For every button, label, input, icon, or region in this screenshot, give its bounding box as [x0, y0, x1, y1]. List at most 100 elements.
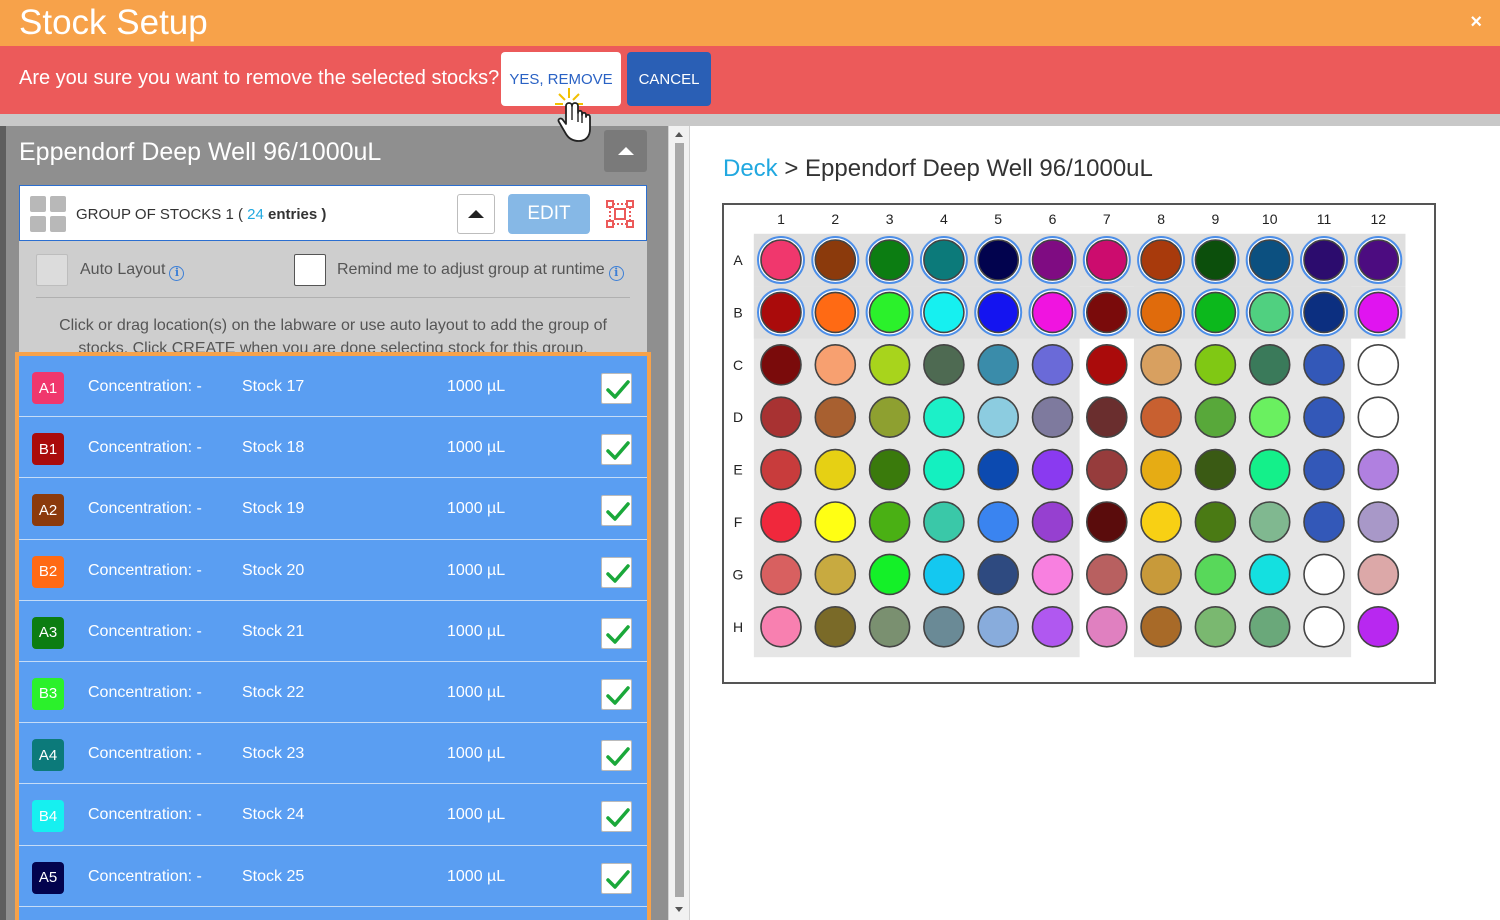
- plate-well[interactable]: [923, 501, 965, 543]
- plate-well[interactable]: [977, 239, 1020, 281]
- plate-well[interactable]: [1194, 553, 1237, 596]
- plate-well[interactable]: [1140, 605, 1182, 648]
- plate-well[interactable]: [923, 553, 965, 596]
- plate-well[interactable]: [1248, 396, 1291, 438]
- plate-well[interactable]: [1248, 448, 1291, 491]
- stock-row[interactable]: B4 Concentration: - Stock 24 1000 µL: [19, 784, 647, 846]
- plate-well[interactable]: [868, 396, 911, 438]
- plate-well[interactable]: [1357, 501, 1400, 543]
- plate-well[interactable]: [1085, 605, 1128, 648]
- plate-well[interactable]: [1248, 291, 1291, 334]
- plate-well[interactable]: [1357, 239, 1400, 281]
- plate-well[interactable]: [760, 291, 802, 334]
- plate-well[interactable]: [1140, 291, 1182, 334]
- plate-well[interactable]: [1085, 448, 1128, 491]
- stock-checkbox[interactable]: [601, 678, 632, 710]
- plate-well[interactable]: [1140, 553, 1182, 596]
- plate-well[interactable]: [1140, 448, 1182, 491]
- plate-well[interactable]: [868, 553, 911, 596]
- plate-well[interactable]: [868, 605, 911, 648]
- plate-well[interactable]: [868, 501, 911, 543]
- plate-well[interactable]: [1194, 396, 1237, 438]
- plate-well[interactable]: [977, 344, 1020, 386]
- plate-well[interactable]: [1303, 553, 1345, 596]
- plate-well[interactable]: [760, 396, 802, 438]
- auto-layout-checkbox[interactable]: [36, 254, 68, 286]
- stock-checkbox[interactable]: [601, 434, 632, 466]
- plate-well[interactable]: [814, 396, 857, 438]
- breadcrumb-deck-link[interactable]: Deck: [723, 155, 778, 182]
- plate-well[interactable]: [1031, 291, 1074, 334]
- plate-well[interactable]: [1194, 239, 1237, 281]
- plate-well[interactable]: [977, 553, 1020, 596]
- stock-row[interactable]: B2 Concentration: - Stock 20 1000 µL: [19, 540, 647, 601]
- plate-well[interactable]: [1357, 448, 1400, 491]
- plate-well[interactable]: [1303, 396, 1345, 438]
- plate-well[interactable]: [1357, 344, 1400, 386]
- plate-well[interactable]: [760, 344, 802, 386]
- scroll-up-arrow[interactable]: [672, 128, 686, 140]
- plate-well[interactable]: [1303, 605, 1345, 648]
- stock-row[interactable]: B1 Concentration: - Stock 18 1000 µL: [19, 417, 647, 479]
- plate-well[interactable]: [1031, 396, 1074, 438]
- plate-well[interactable]: [1085, 396, 1128, 438]
- edit-button[interactable]: EDIT: [508, 194, 590, 234]
- stock-row[interactable]: B3 Concentration: - Stock 22 1000 µL: [19, 662, 647, 724]
- plate-well[interactable]: [923, 605, 965, 648]
- plate-well[interactable]: [1303, 448, 1345, 491]
- plate-well[interactable]: [1303, 501, 1345, 543]
- info-icon[interactable]: i: [169, 266, 185, 281]
- remind-checkbox[interactable]: [294, 254, 326, 286]
- plate-well[interactable]: [760, 501, 802, 543]
- scroll-down-arrow[interactable]: [672, 903, 686, 915]
- plate-well[interactable]: [1303, 291, 1345, 334]
- stock-row[interactable]: A5 Concentration: - Stock 25 1000 µL: [19, 846, 647, 907]
- plate-well[interactable]: [1357, 291, 1400, 334]
- cancel-button[interactable]: CANCEL: [627, 52, 711, 106]
- plate-well[interactable]: [1194, 501, 1237, 543]
- plate-well[interactable]: [1194, 605, 1237, 648]
- stock-row[interactable]: A1 Concentration: - Stock 17 1000 µL: [19, 356, 647, 418]
- plate-well[interactable]: [1085, 553, 1128, 596]
- plate-well[interactable]: [1031, 239, 1074, 281]
- group-collapse-button[interactable]: [457, 194, 495, 234]
- plate-well[interactable]: [760, 553, 802, 596]
- plate-well[interactable]: [814, 501, 857, 543]
- stock-checkbox[interactable]: [601, 740, 632, 772]
- plate-well[interactable]: [923, 344, 965, 386]
- plate-well[interactable]: [1194, 344, 1237, 386]
- plate-well[interactable]: [977, 605, 1020, 648]
- plate-well[interactable]: [868, 291, 911, 334]
- collapse-panel-button[interactable]: [604, 130, 647, 172]
- plate-well[interactable]: [814, 553, 857, 596]
- stock-checkbox[interactable]: [601, 617, 632, 649]
- plate-well[interactable]: [1357, 396, 1400, 438]
- plate-well[interactable]: [1031, 344, 1074, 386]
- plate-well[interactable]: [1140, 396, 1182, 438]
- plate-well[interactable]: [923, 239, 965, 281]
- plate-well[interactable]: [1357, 605, 1400, 648]
- stock-checkbox[interactable]: [601, 862, 632, 894]
- plate-well[interactable]: [923, 448, 965, 491]
- scrollbar-thumb[interactable]: [675, 143, 684, 897]
- plate-well[interactable]: [1140, 501, 1182, 543]
- plate-well[interactable]: [923, 291, 965, 334]
- stock-checkbox[interactable]: [601, 801, 632, 833]
- plate-well[interactable]: [1140, 344, 1182, 386]
- yes-remove-button[interactable]: YES, REMOVE: [501, 52, 621, 106]
- plate-well[interactable]: [1194, 448, 1237, 491]
- plate-well[interactable]: [1085, 344, 1128, 386]
- info-icon[interactable]: i: [608, 266, 624, 281]
- plate-well[interactable]: [1031, 553, 1074, 596]
- plate-well[interactable]: [977, 448, 1020, 491]
- plate-well[interactable]: [868, 239, 911, 281]
- select-area-icon[interactable]: [604, 198, 636, 230]
- plate-well[interactable]: [814, 448, 857, 491]
- plate-well[interactable]: [760, 239, 802, 281]
- stock-checkbox[interactable]: [601, 556, 632, 588]
- plate-well[interactable]: [1248, 553, 1291, 596]
- plate-well[interactable]: [1248, 501, 1291, 543]
- plate-well[interactable]: [1031, 605, 1074, 648]
- plate-well[interactable]: [1303, 239, 1345, 281]
- close-icon[interactable]: ×: [1470, 11, 1482, 33]
